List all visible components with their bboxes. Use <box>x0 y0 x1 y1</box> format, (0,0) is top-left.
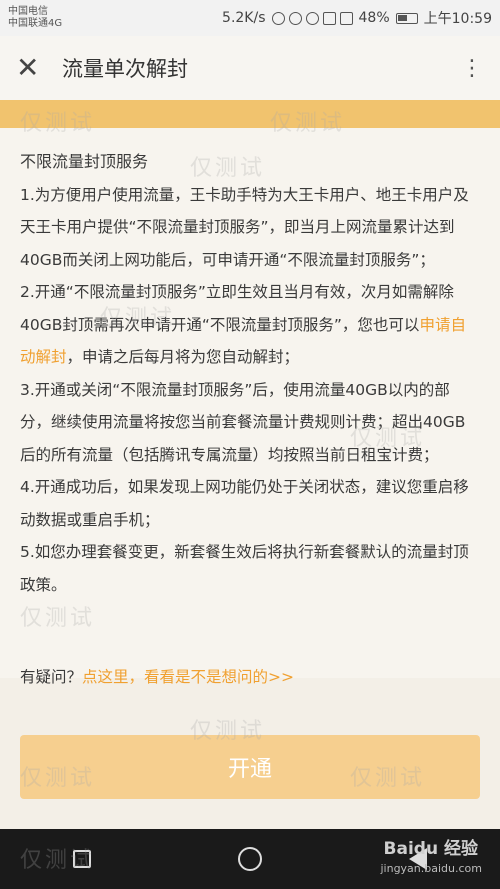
service-description: 不限流量封顶服务 1.为方便用户使用流量，王卡助手特为大王卡用户、地王卡用户及天… <box>0 128 500 678</box>
rule-4: 4.开通成功后，如果发现上网功能仍处于关闭状态，建议您重启移动数据或重启手机； <box>20 478 469 529</box>
network-speed: 5.2K/s <box>222 10 266 26</box>
rule-2: 2.开通“不限流量封顶服务”立即生效且当月有效，次月如需解除40GB封顶需再次申… <box>20 276 480 374</box>
faq-line: 有疑问？点这里，看看是不是想问的>> <box>20 665 294 687</box>
headset-icon <box>288 11 302 25</box>
more-icon[interactable]: ⋮ <box>461 56 484 81</box>
status-bar: 中国电信 中国联通4G 5.2K/s 48% 上午10:59 <box>0 0 500 36</box>
carrier-1: 中国电信 <box>8 6 48 17</box>
faq-link[interactable]: 点这里，看看是不是想问的>> <box>82 668 294 686</box>
alarm-icon <box>271 11 285 25</box>
open-button[interactable]: 开通 <box>20 735 480 799</box>
battery-icon <box>395 12 418 24</box>
status-icons <box>271 11 353 25</box>
rule-3: 3.开通或关闭“不限流量封顶服务”后，使用流量40GB以内的部分，继续使用流量将… <box>20 380 466 464</box>
battery-percent: 48% <box>358 10 390 26</box>
watermark-site: jingyan.baidu.com <box>380 862 482 875</box>
signal-icon-2 <box>339 11 353 25</box>
clock: 上午10:59 <box>423 11 492 27</box>
faq-prefix: 有疑问？ <box>20 668 83 686</box>
rule-1: 1.为方便用户使用流量，王卡助手特为大王卡用户、地王卡用户及天王卡用户提供“不限… <box>20 185 469 269</box>
page-title: 流量单次解封 <box>62 57 188 81</box>
close-icon[interactable]: ✕ <box>16 54 52 82</box>
rule-2-text-b: ，申请之后每月将为您自动解封； <box>66 348 300 366</box>
app-header: ✕ 流量单次解封 ⋮ <box>0 36 500 100</box>
rule-5: 5.如您办理套餐变更，新套餐生效后将执行新套餐默认的流量封顶政策。 <box>20 543 469 594</box>
service-heading: 不限流量封顶服务 <box>20 152 149 171</box>
recent-apps-icon[interactable] <box>73 850 92 868</box>
baidu-logo: Baidu 经验 <box>383 839 478 859</box>
carrier-2: 中国联通4G <box>8 18 63 29</box>
carrier-info: 中国电信 中国联通4G <box>8 6 62 30</box>
signal-icon <box>322 11 336 25</box>
rule-2-text-a: 2.开通“不限流量封顶服务”立即生效且当月有效，次月如需解除40GB封顶需再次申… <box>20 283 454 334</box>
home-icon[interactable] <box>237 847 262 871</box>
header-band <box>0 100 500 128</box>
status-right: 5.2K/s 48% 上午10:59 <box>222 8 492 28</box>
eye-icon <box>305 11 319 25</box>
